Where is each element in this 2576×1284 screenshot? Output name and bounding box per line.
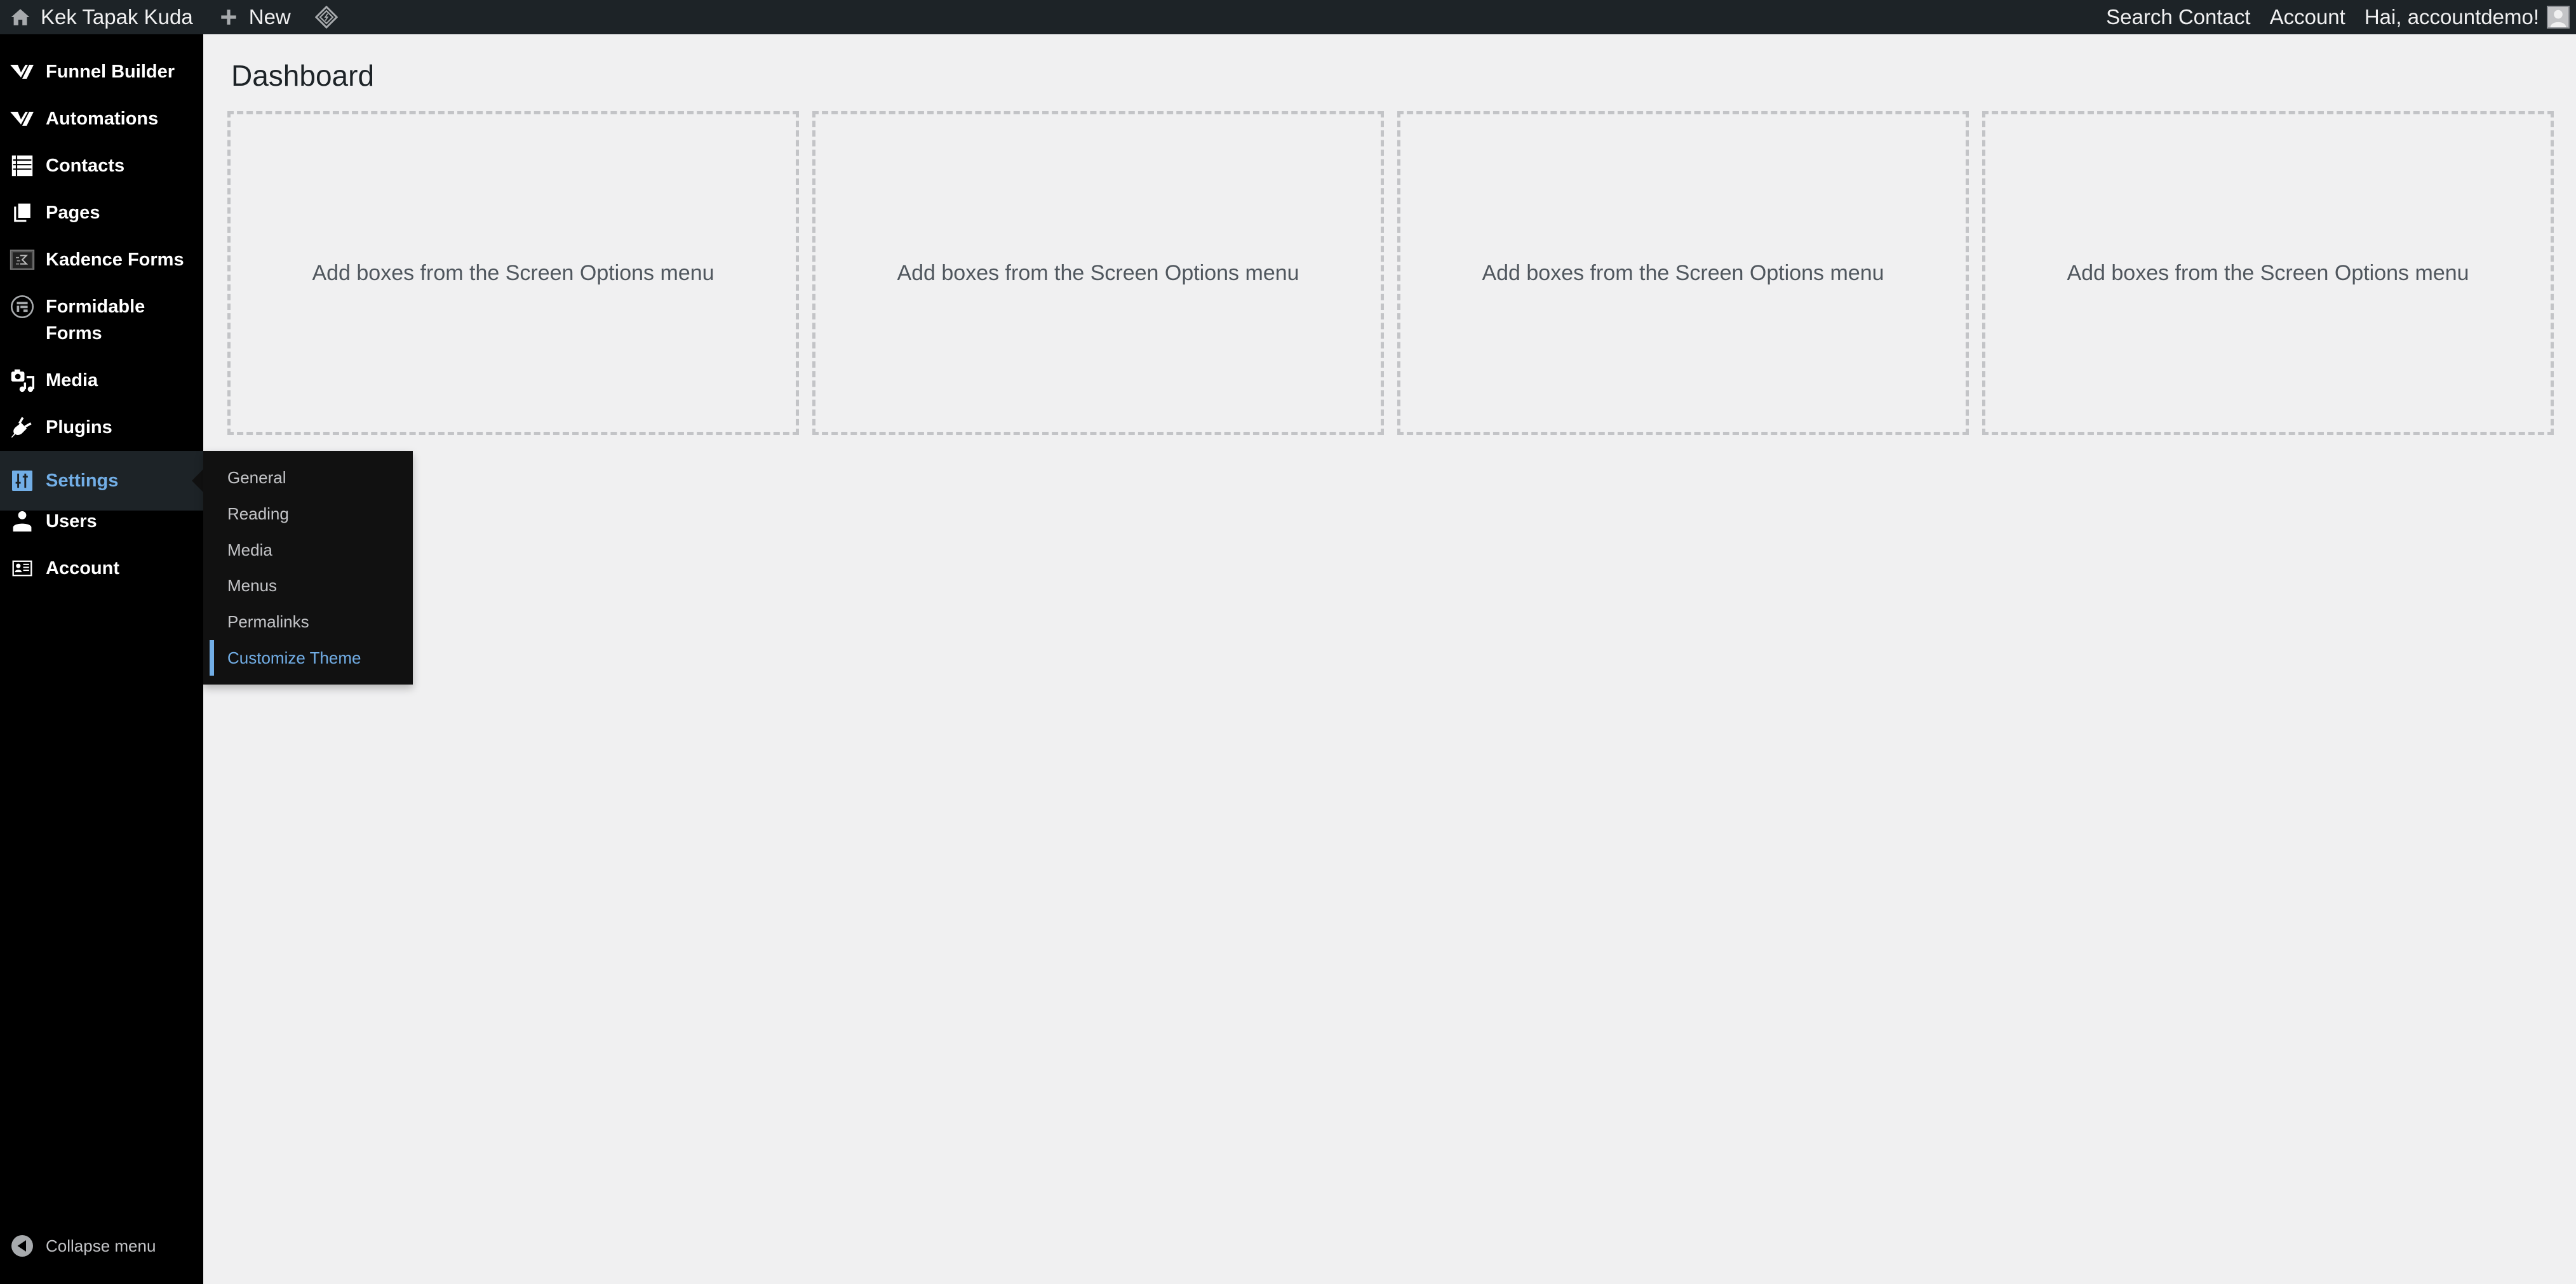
sidebar-item-label: Plugins xyxy=(46,417,112,438)
sidebar-item-media[interactable]: Media xyxy=(0,367,203,394)
sidebar-item-settings[interactable]: Settings xyxy=(0,451,203,511)
plugins-icon xyxy=(9,414,36,441)
sidebar-item-kadence-forms[interactable]: Kadence Forms xyxy=(0,246,203,273)
new-content-button[interactable]: New xyxy=(217,0,291,34)
formidable-icon xyxy=(9,293,36,320)
greeting-text: Hai, accountdemo! xyxy=(2364,5,2539,29)
settings-submenu: General Reading Media Menus Permalinks C… xyxy=(203,451,413,685)
sidebar-item-label: Contacts xyxy=(46,156,125,176)
sidebar-item-contacts[interactable]: Contacts xyxy=(0,152,203,179)
collapse-menu-label: Collapse menu xyxy=(46,1236,156,1255)
sidebar-item-automations[interactable]: Automations xyxy=(0,105,203,132)
plus-icon xyxy=(217,6,240,29)
funnelkit-icon xyxy=(9,105,36,132)
sidebar-item-label: Funnel Builder xyxy=(46,62,175,82)
sidebar-item-funnel-builder[interactable]: Funnel Builder xyxy=(0,58,203,85)
sidebar-item-plugins[interactable]: Plugins xyxy=(0,414,203,441)
account-card-icon xyxy=(9,555,36,582)
search-contact-label: Search Contact xyxy=(2106,5,2251,29)
sidebar-item-label: Formidable Forms xyxy=(46,297,145,344)
dashboard-drop-zone: Add boxes from the Screen Options menu xyxy=(1397,111,1969,435)
page-title: Dashboard xyxy=(231,59,375,92)
diamond-plugin-icon xyxy=(314,6,338,29)
settings-icon xyxy=(9,467,36,494)
sidebar-item-label: Users xyxy=(46,511,97,532)
submenu-item-menus[interactable]: Menus xyxy=(227,573,277,598)
active-menu-arrow xyxy=(192,469,203,492)
sidebar-item-label: Settings xyxy=(46,471,119,491)
sidebar-item-users[interactable]: Users xyxy=(0,508,203,535)
submenu-item-general[interactable]: General xyxy=(227,465,286,490)
funnelkit-icon xyxy=(9,58,36,85)
current-item-indicator xyxy=(210,640,214,676)
sidebar-item-label: Media xyxy=(46,370,98,391)
account-label: Account xyxy=(2269,5,2345,29)
user-menu[interactable]: Hai, accountdemo! xyxy=(2365,0,2570,34)
submenu-item-customize-theme[interactable]: Customize Theme xyxy=(227,645,361,671)
plugin-menu-button[interactable] xyxy=(314,0,347,34)
drop-zone-hint: Add boxes from the Screen Options menu xyxy=(1482,260,1884,285)
site-name: Kek Tapak Kuda xyxy=(41,5,193,29)
sidebar-item-label: Account xyxy=(46,558,119,578)
sidebar-item-label: Automations xyxy=(46,109,159,129)
sidebar-item-formidable-forms[interactable]: Formidable Forms xyxy=(0,293,203,347)
sidebar-item-account[interactable]: Account xyxy=(0,555,203,582)
pages-icon xyxy=(9,199,36,226)
kadence-icon xyxy=(9,246,36,273)
submenu-item-reading[interactable]: Reading xyxy=(227,501,289,526)
admin-bar: Kek Tapak Kuda New Search Contact Accoun… xyxy=(0,0,2576,34)
submenu-item-media[interactable]: Media xyxy=(227,537,272,563)
collapse-menu-button[interactable]: Collapse menu xyxy=(0,1234,203,1257)
list-icon xyxy=(9,152,36,179)
collapse-arrow-icon xyxy=(11,1235,33,1257)
submenu-item-permalinks[interactable]: Permalinks xyxy=(227,609,309,634)
dashboard-drop-zone: Add boxes from the Screen Options menu xyxy=(812,111,1384,435)
dashboard-drop-zone: Add boxes from the Screen Options menu xyxy=(1982,111,2554,435)
new-label: New xyxy=(248,5,291,29)
account-link[interactable]: Account xyxy=(2270,0,2345,34)
sidebar-item-pages[interactable]: Pages xyxy=(0,199,203,226)
dashboard-drop-zone: Add boxes from the Screen Options menu xyxy=(227,111,799,435)
site-name-link[interactable]: Kek Tapak Kuda xyxy=(9,0,193,34)
sidebar-item-label: Pages xyxy=(46,203,100,223)
avatar xyxy=(2547,6,2570,29)
drop-zone-hint: Add boxes from the Screen Options menu xyxy=(2067,260,2469,285)
admin-sidebar: Funnel Builder Automations Contacts Page… xyxy=(0,34,203,1284)
sidebar-item-label: Kadence Forms xyxy=(46,250,184,270)
users-icon xyxy=(9,508,36,535)
home-icon xyxy=(9,6,32,29)
media-icon xyxy=(9,367,36,394)
search-contact-link[interactable]: Search Contact xyxy=(2106,0,2250,34)
drop-zone-hint: Add boxes from the Screen Options menu xyxy=(312,260,714,285)
drop-zone-hint: Add boxes from the Screen Options menu xyxy=(897,260,1299,285)
